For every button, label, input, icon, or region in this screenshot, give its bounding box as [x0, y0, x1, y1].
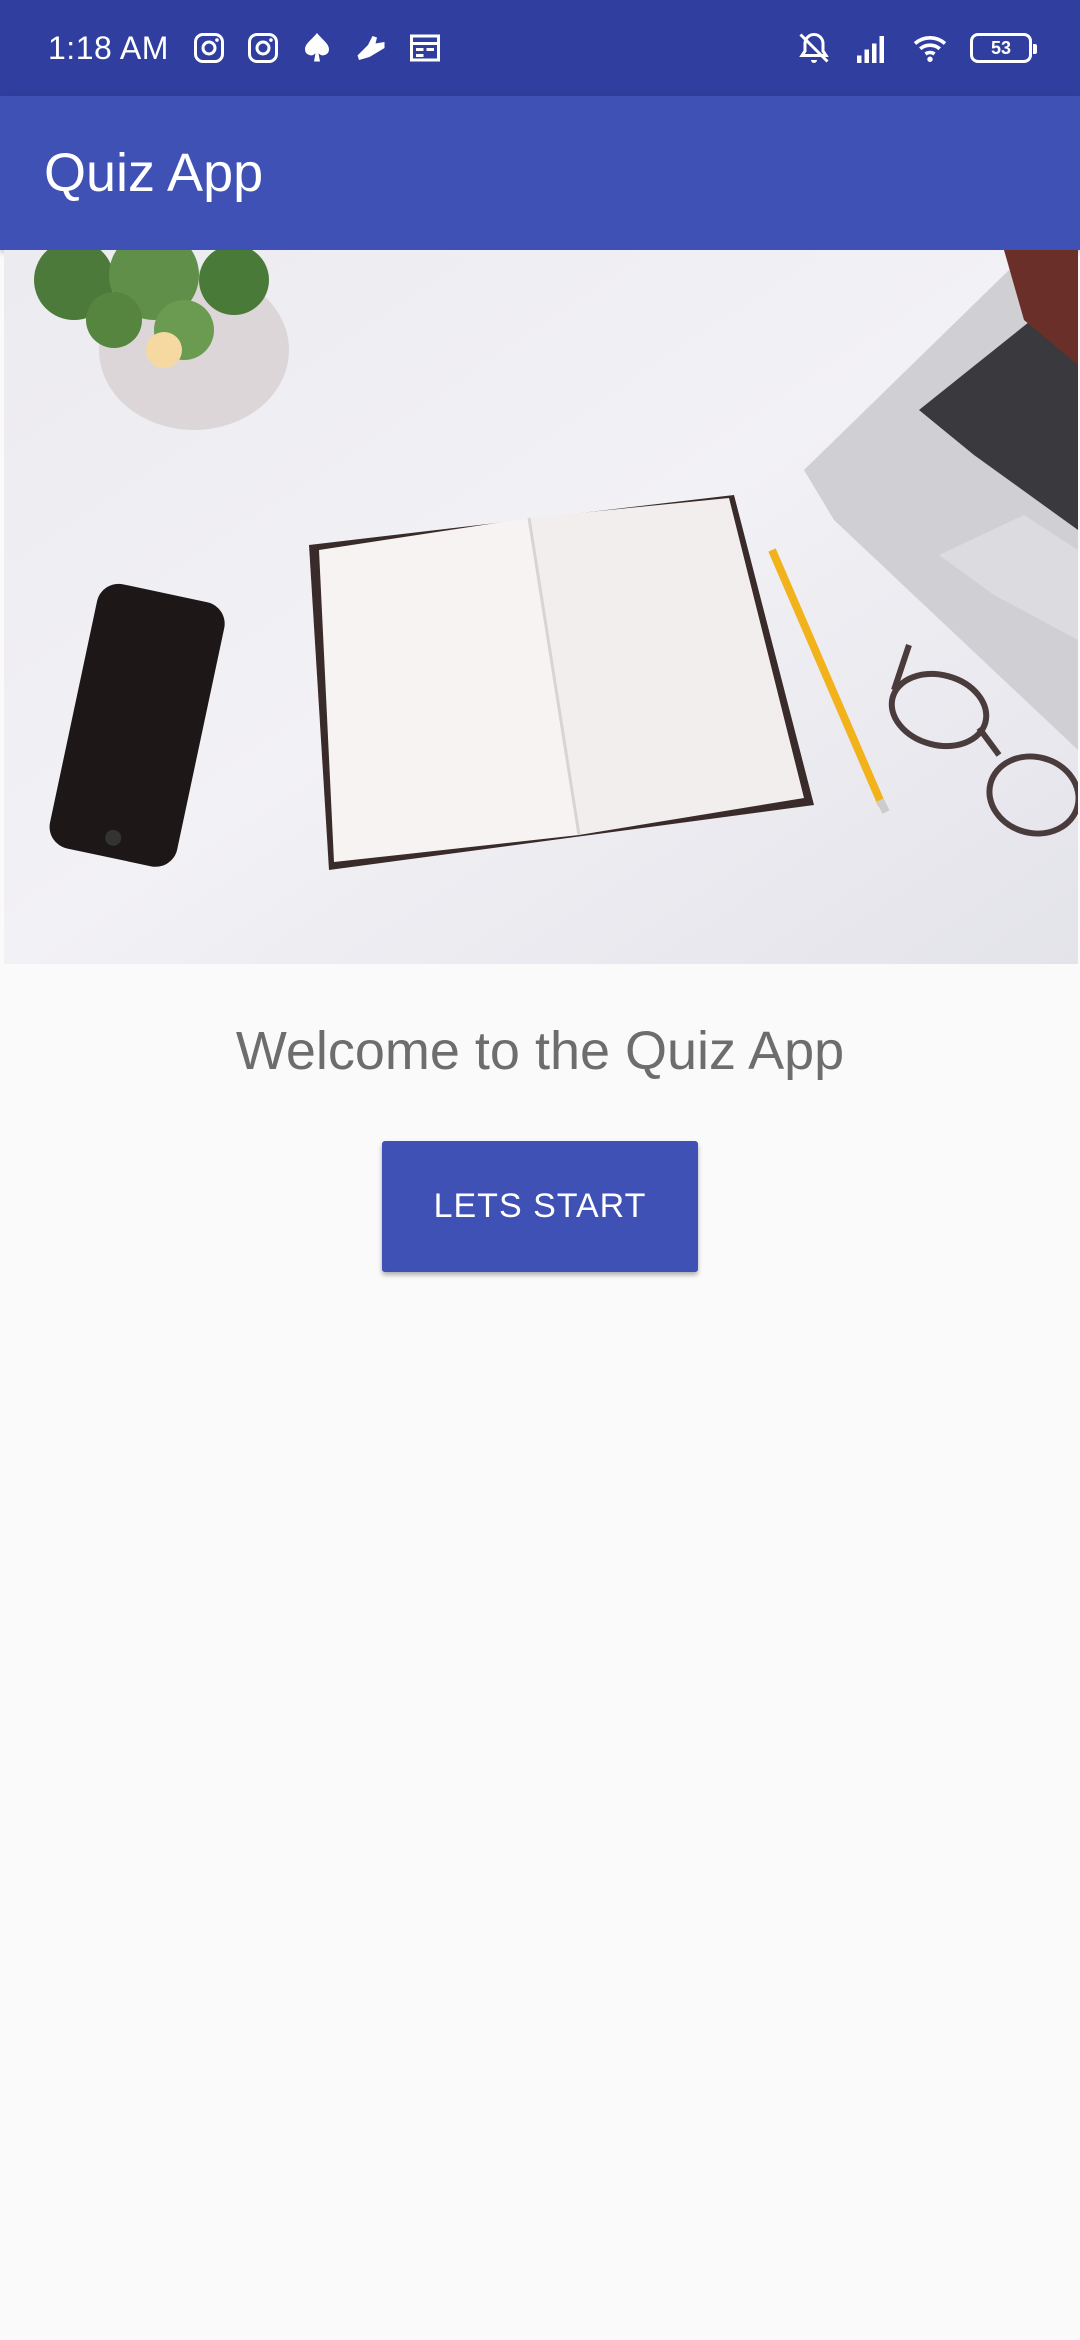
start-button[interactable]: LETS START	[382, 1141, 698, 1272]
wifi-icon	[912, 30, 948, 66]
spade-icon	[299, 30, 335, 66]
hero-image	[4, 250, 1078, 964]
notebook-illustration	[309, 495, 814, 870]
signal-icon	[854, 30, 890, 66]
app-bar: Quiz App	[0, 96, 1080, 250]
notification-icons	[191, 30, 443, 66]
bell-off-icon	[796, 30, 832, 66]
system-icons: 53	[796, 30, 1037, 66]
battery-icon: 53	[970, 33, 1037, 63]
status-bar: 1:18 AM 53	[0, 0, 1080, 96]
welcome-text: Welcome to the Quiz App	[235, 1021, 845, 1081]
shoe-icon	[353, 30, 389, 66]
battery-level: 53	[990, 37, 1012, 58]
instagram-icon	[245, 30, 281, 66]
status-time: 1:18 AM	[48, 29, 169, 66]
instagram-icon	[191, 30, 227, 66]
app-title: Quiz App	[44, 143, 264, 203]
calendar-icon	[407, 30, 443, 66]
